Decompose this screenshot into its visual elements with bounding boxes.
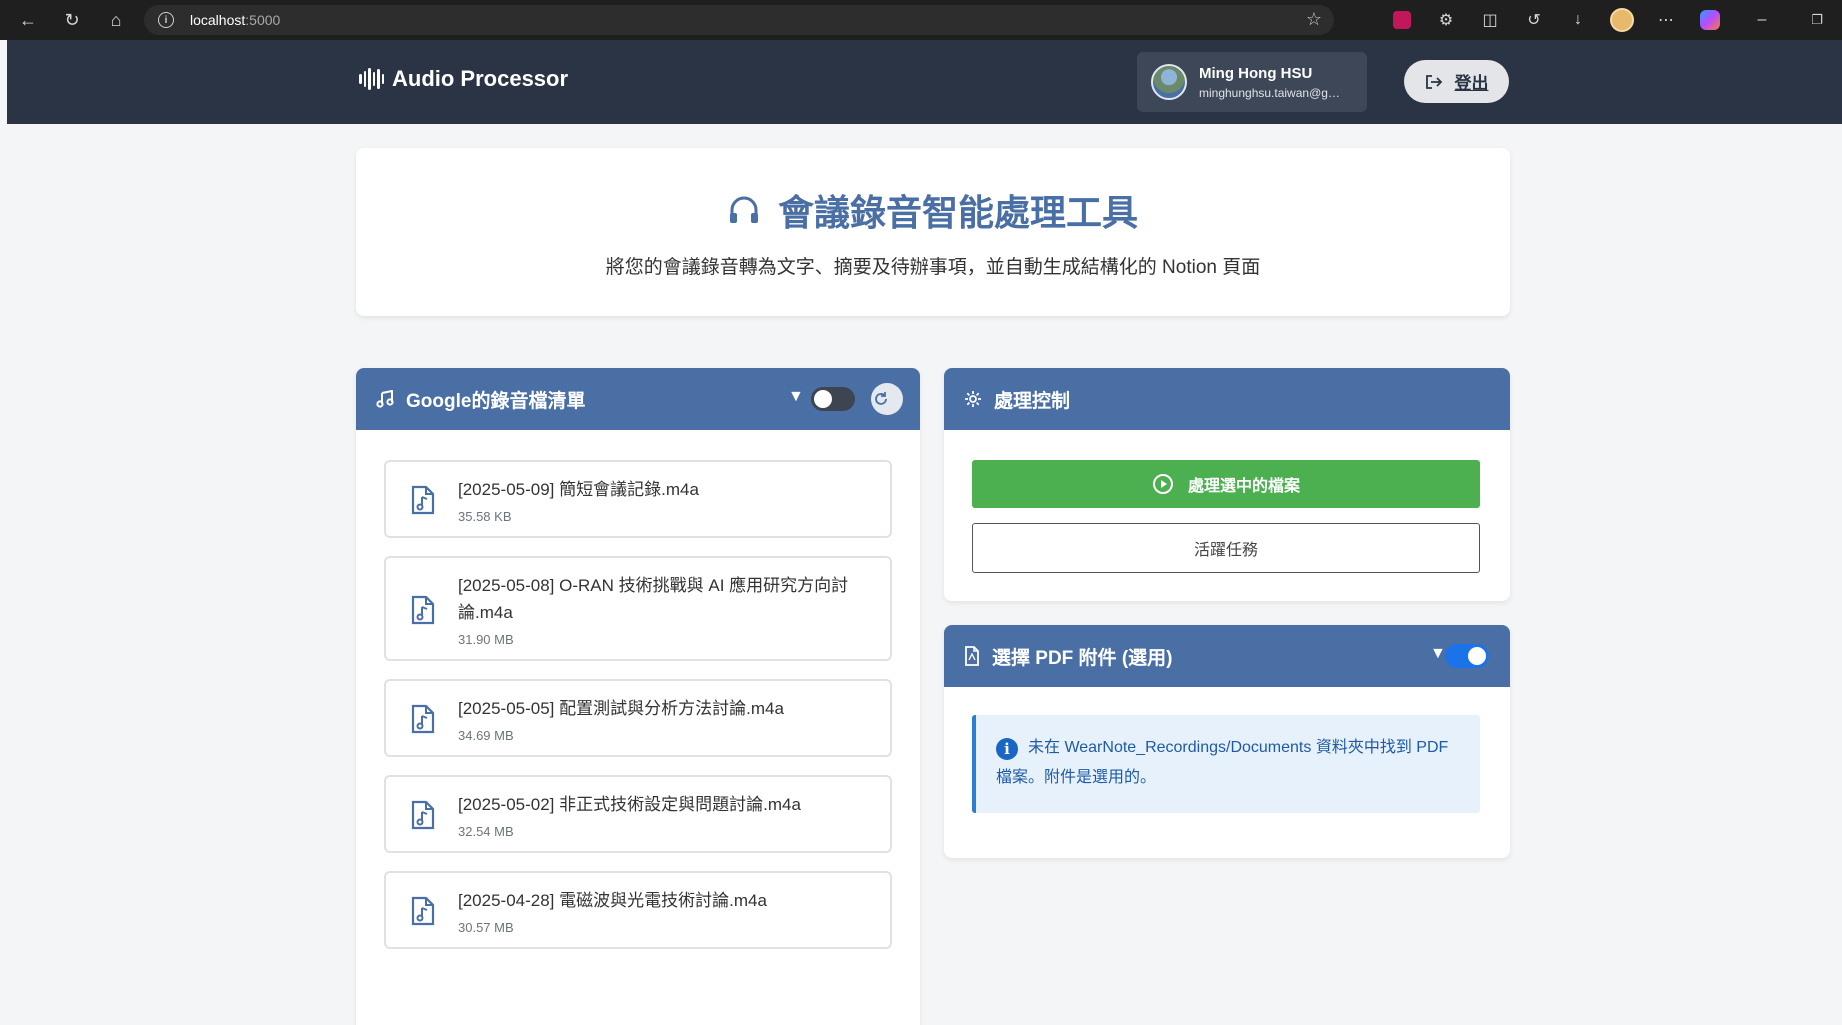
user-email: minghunghsu.taiwan@gmail.com [1199, 85, 1349, 100]
refresh-button[interactable] [871, 383, 903, 415]
user-card: Ming Hong HSU minghunghsu.taiwan@gmail.c… [1137, 52, 1367, 112]
brand-title: Audio Processor [392, 66, 569, 91]
recordings-title: Google的錄音檔清單 [406, 390, 586, 412]
active-tasks-button[interactable]: 活躍任務 [972, 523, 1480, 573]
home-icon[interactable]: ⌂ [94, 0, 138, 40]
pdf-attachment-header: 選擇 PDF 附件 (選用) ▼ [944, 625, 1510, 687]
page-title: 會議錄音智能處理工具 [356, 184, 1510, 236]
url-port: :5000 [245, 12, 281, 28]
audio-wave-icon [359, 68, 384, 90]
play-circle-icon [1152, 474, 1173, 494]
file-item[interactable]: [2025-04-28] 電磁波與光電技術討論.m4a 30.57 MB [384, 871, 892, 949]
profile-icon[interactable] [1600, 0, 1644, 40]
audio-file-icon [410, 485, 438, 515]
recordings-filter-toggle[interactable] [811, 387, 855, 411]
pdf-file-icon [965, 646, 979, 666]
hero-card: 會議錄音智能處理工具 將您的會議錄音轉為文字、摘要及待辦事項，並自動生成結構化的… [356, 148, 1510, 316]
minimize-icon[interactable]: – [1732, 0, 1792, 40]
app-frame: Audio Processor Ming Hong HSU minghunghs… [7, 40, 1842, 1025]
pdf-attachment-card: 選擇 PDF 附件 (選用) ▼ i 未在 WearNote_Recordings… [944, 625, 1510, 858]
more-menu-icon[interactable]: ⋯ [1644, 0, 1688, 40]
file-size: 32.54 MB [458, 824, 514, 839]
filter-icon: ▼ [1430, 645, 1446, 662]
pdf-attachment-title: 選擇 PDF 附件 (選用) [992, 647, 1173, 669]
brand[interactable]: Audio Processor [359, 66, 568, 92]
file-size: 34.69 MB [458, 728, 514, 743]
file-list: [2025-05-09] 簡短會議記錄.m4a 35.58 KB [2025-05-… [384, 460, 892, 967]
download-icon[interactable]: ↓ [1556, 0, 1600, 40]
logout-button[interactable]: 登出 [1404, 60, 1509, 103]
processing-control-title: 處理控制 [994, 390, 1071, 412]
process-selected-label: 處理選中的檔案 [1187, 478, 1300, 495]
processing-control-header: 處理控制 [944, 368, 1510, 430]
copilot-icon[interactable] [1688, 0, 1732, 40]
audio-file-icon [410, 595, 438, 625]
page-subtitle: 將您的會議錄音轉為文字、摘要及待辦事項，並自動生成結構化的 Notion 頁面 [605, 257, 1261, 278]
site-info-icon[interactable]: i [158, 12, 174, 28]
reload-icon[interactable]: ↻ [50, 0, 94, 40]
file-item[interactable]: [2025-05-08] O-RAN 技術挑戰與 AI 應用研究方向討論.m4a… [384, 556, 892, 661]
logout-icon [1425, 74, 1442, 89]
file-size: 30.57 MB [458, 920, 514, 935]
back-icon[interactable]: ← [6, 0, 50, 40]
url-host: localhost [190, 12, 246, 28]
file-item[interactable]: [2025-05-05] 配置測試與分析方法討論.m4a 34.69 MB [384, 679, 892, 757]
avatar [1151, 64, 1187, 100]
recordings-header: Google的錄音檔清單 ▼ [356, 368, 920, 430]
file-item[interactable]: [2025-05-02] 非正式技術設定與問題討論.m4a 32.54 MB [384, 775, 892, 853]
file-size: 35.58 KB [458, 509, 512, 524]
filter-icon: ▼ [788, 388, 804, 405]
history-icon[interactable]: ↺ [1512, 0, 1556, 40]
audio-file-icon [410, 896, 438, 926]
address-bar[interactable]: i localhost:5000 ☆ [144, 5, 1334, 35]
headphones-icon [729, 196, 758, 223]
no-pdf-alert: i 未在 WearNote_Recordings/Documents 資料夾中找到… [972, 715, 1480, 813]
recordings-card: Google的錄音檔清單 ▼ [2025-05-09] 簡短會議記錄.m4a 35… [356, 368, 920, 1025]
logout-label: 登出 [1454, 74, 1489, 93]
audio-file-icon [410, 704, 438, 734]
navbar: Audio Processor Ming Hong HSU minghunghs… [7, 40, 1842, 124]
page-title-text: 會議錄音智能處理工具 [777, 192, 1138, 233]
no-pdf-alert-text: 未在 WearNote_Recordings/Documents 資料夾中找到 … [996, 739, 1449, 786]
browser-toolbar: ← ↻ ⌂ i localhost:5000 ☆ ⚙ ◫ ↺ ↓ ⋯ – ❐ [0, 0, 1842, 40]
bookmark-star-icon[interactable]: ☆ [1306, 9, 1322, 30]
active-tasks-label: 活躍任務 [1193, 542, 1258, 559]
file-name: [2025-05-02] 非正式技術設定與問題討論.m4a [458, 795, 801, 814]
extensions-puzzle-icon[interactable]: ⚙ [1424, 0, 1468, 40]
pdf-filter-toggle[interactable] [1445, 644, 1489, 668]
file-size: 31.90 MB [458, 632, 514, 647]
file-name: [2025-04-28] 電磁波與光電技術討論.m4a [458, 891, 767, 910]
audio-file-icon [410, 800, 438, 830]
extension-translate-icon[interactable] [1380, 0, 1424, 40]
processing-control-card: 處理控制 處理選中的檔案 活躍任務 [944, 368, 1510, 601]
file-name: [2025-05-05] 配置測試與分析方法討論.m4a [458, 699, 784, 718]
split-screen-icon[interactable]: ◫ [1468, 0, 1512, 40]
gear-icon [965, 391, 981, 407]
refresh-icon [875, 392, 887, 405]
file-name: [2025-05-09] 簡短會議記錄.m4a [458, 480, 699, 499]
file-name: [2025-05-08] O-RAN 技術挑戰與 AI 應用研究方向討論.m4a [458, 576, 849, 622]
user-name: Ming Hong HSU [1199, 64, 1313, 82]
process-selected-button[interactable]: 處理選中的檔案 [972, 460, 1480, 508]
restore-icon[interactable]: ❐ [1792, 0, 1842, 40]
file-item[interactable]: [2025-05-09] 簡短會議記錄.m4a 35.58 KB [384, 460, 892, 538]
info-icon: i [996, 738, 1018, 760]
music-note-icon [376, 390, 394, 408]
